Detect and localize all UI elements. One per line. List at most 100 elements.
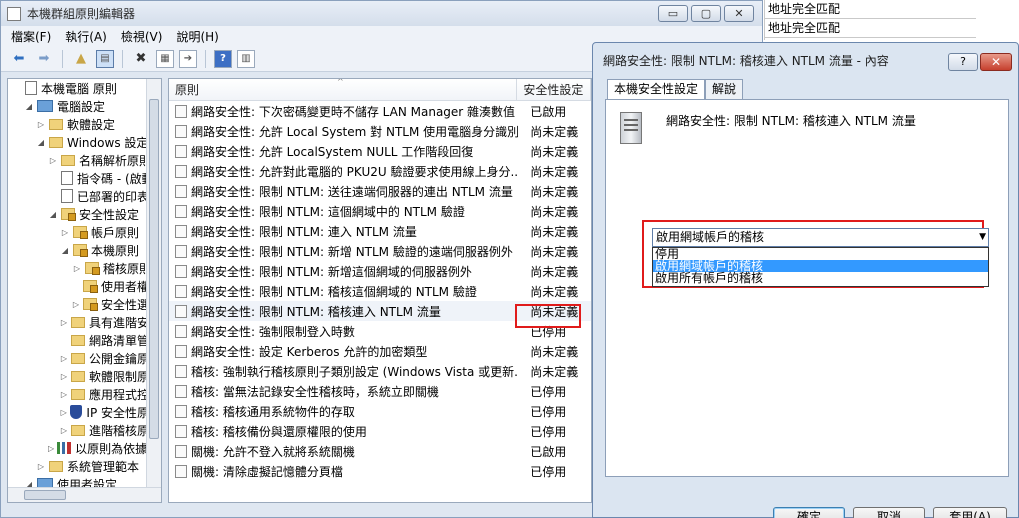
collapse-icon[interactable]: ◢ bbox=[24, 102, 34, 111]
tree-item[interactable]: ▷ 軟體限制原則 bbox=[8, 367, 161, 385]
scroll-thumb[interactable] bbox=[149, 99, 159, 439]
table-row[interactable]: 網路安全性: 允許 Local System 對 NTLM 使用電腦身分識別 尚未… bbox=[169, 121, 591, 141]
back-arrow-icon[interactable]: ⬅ bbox=[9, 49, 29, 69]
tree-item[interactable]: ▷以原則為依據的 QoS bbox=[8, 439, 161, 457]
up-folder-icon[interactable]: ▲ bbox=[71, 49, 91, 69]
policy-icon bbox=[175, 344, 187, 358]
apply-button[interactable]: 套用(A) bbox=[933, 507, 1007, 518]
expand-icon[interactable]: ▷ bbox=[60, 228, 70, 237]
tree-item[interactable]: ▷ 名稱解析原則 bbox=[8, 151, 161, 169]
table-row[interactable]: 網路安全性: 限制 NTLM: 送往遠端伺服器的連出 NTLM 流量 尚未定義 bbox=[169, 181, 591, 201]
tree-item[interactable]: ▷ 帳戶原則 bbox=[8, 223, 161, 241]
tree-item[interactable]: ◢ 電腦設定 bbox=[8, 97, 161, 115]
column-header-setting[interactable]: 安全性設定 bbox=[517, 79, 591, 100]
main-titlebar[interactable]: 本機群組原則編輯器 ▭ ▢ ✕ bbox=[1, 1, 762, 26]
ok-button[interactable]: 確定 bbox=[773, 507, 845, 518]
export-icon[interactable]: ➔ bbox=[179, 49, 197, 68]
tree-item[interactable]: 已部署的印表機 bbox=[8, 187, 161, 205]
dialog-close-button[interactable]: ✕ bbox=[980, 53, 1012, 71]
table-row[interactable]: 網路安全性: 限制 NTLM: 這個網域中的 NTLM 驗證 尚未定義 bbox=[169, 201, 591, 221]
scroll-thumb[interactable] bbox=[24, 490, 66, 500]
option-audit-all-accounts[interactable]: 啟用所有帳戶的稽核 bbox=[653, 272, 988, 284]
policy-icon bbox=[175, 324, 187, 338]
table-row[interactable]: 稽核: 稽核通用系統物件的存取 已停用 bbox=[169, 401, 591, 421]
tree-item[interactable]: 使用者權限 bbox=[8, 277, 161, 295]
dialog-tabs: 本機安全性設定 解說 bbox=[607, 79, 744, 100]
column-header-policy[interactable]: 原則 ^ bbox=[169, 78, 518, 100]
tree-item[interactable]: ▷ 公開金鑰原則 bbox=[8, 349, 161, 367]
table-row[interactable]: 網路安全性: 限制 NTLM: 新增這個網域的伺服器例外 尚未定義 bbox=[169, 261, 591, 281]
view-icon[interactable]: ▥ bbox=[237, 49, 255, 68]
collapse-icon[interactable]: ◢ bbox=[36, 138, 46, 147]
forward-arrow-icon[interactable]: ➡ bbox=[34, 49, 54, 69]
tree-item[interactable]: ▷ 進階稽核原則 bbox=[8, 421, 161, 439]
table-row[interactable]: 網路安全性: 限制 NTLM: 連入 NTLM 流量 尚未定義 bbox=[169, 221, 591, 241]
table-row[interactable]: 稽核: 強制執行稽核原則子類別設定 (Windows Vista 或更新... 尚… bbox=[169, 361, 591, 381]
audit-setting-select[interactable]: 啟用網域帳戶的稽核 ▼ bbox=[652, 228, 989, 247]
tree-item[interactable]: ▷ IP 安全性原則 bbox=[8, 403, 161, 421]
expand-icon[interactable]: ▷ bbox=[48, 156, 58, 165]
expand-icon[interactable]: ▷ bbox=[60, 372, 68, 381]
expand-icon[interactable]: ▷ bbox=[60, 354, 68, 363]
table-row[interactable]: 關機: 清除虛擬記憶體分頁檔 已停用 bbox=[169, 461, 591, 481]
security-setting-cell: 尚未定義 bbox=[530, 264, 579, 279]
tree-item[interactable]: ◢ 本機原則 bbox=[8, 241, 161, 259]
tree-item[interactable]: ◢ 安全性設定 bbox=[8, 205, 161, 223]
table-row[interactable]: 網路安全性: 允許對此電腦的 PKU2U 驗證要求使用線上身分... 尚未定義 bbox=[169, 161, 591, 181]
table-row[interactable]: 網路安全性: 設定 Kerberos 允許的加密類型 尚未定義 bbox=[169, 341, 591, 361]
policy-name-cell: 網路安全性: 限制 NTLM: 稽核這個網域的 NTLM 驗證 bbox=[191, 284, 477, 299]
expand-icon[interactable]: ▷ bbox=[48, 444, 54, 453]
tree-item[interactable]: ▷ 稽核原則 bbox=[8, 259, 161, 277]
sort-arrow-icon: ^ bbox=[337, 78, 344, 86]
table-row[interactable]: 網路安全性: 下次密碼變更時不儲存 LAN Manager 雜湊數值 已啟用 bbox=[169, 101, 591, 121]
security-setting-cell: 已啟用 bbox=[530, 444, 567, 459]
help-icon[interactable]: ? bbox=[214, 49, 232, 68]
expand-icon[interactable]: ▷ bbox=[60, 426, 68, 435]
console-tree[interactable]: 本機電腦 原則 ◢ 電腦設定 ▷ 軟體設定 ◢ Windows 設定 ▷ 名稱解析原則 指令碼 -… bbox=[7, 78, 162, 503]
expand-icon[interactable]: ▷ bbox=[72, 300, 80, 309]
collapse-icon[interactable]: ◢ bbox=[60, 246, 70, 255]
tab-local-security-setting[interactable]: 本機安全性設定 bbox=[607, 79, 706, 100]
table-row[interactable]: 網路安全性: 限制 NTLM: 稽核這個網域的 NTLM 驗證 尚未定義 bbox=[169, 281, 591, 301]
close-button[interactable]: ✕ bbox=[724, 5, 754, 22]
chevron-down-icon[interactable]: ▼ bbox=[979, 229, 986, 246]
tree-vertical-scrollbar[interactable] bbox=[146, 79, 161, 502]
menu-file[interactable]: 檔案(F) bbox=[11, 28, 51, 45]
properties-icon[interactable]: ▦ bbox=[156, 49, 174, 68]
minimize-button[interactable]: ▭ bbox=[658, 5, 688, 22]
table-row[interactable]: 關機: 允許不登入就將系統關機 已啟用 bbox=[169, 441, 591, 461]
expand-icon[interactable]: ▷ bbox=[36, 120, 46, 129]
table-row[interactable]: 網路安全性: 允許 LocalSystem NULL 工作階段回復 尚未定義 bbox=[169, 141, 591, 161]
cancel-button[interactable]: 取消 bbox=[853, 507, 925, 518]
tree-horizontal-scrollbar[interactable] bbox=[8, 487, 161, 502]
tree-item[interactable]: 指令碼 - (啟動 bbox=[8, 169, 161, 187]
tab-explain[interactable]: 解說 bbox=[705, 79, 744, 99]
restore-button[interactable]: ▢ bbox=[691, 5, 721, 22]
tree-item[interactable]: ▷ 軟體設定 bbox=[8, 115, 161, 133]
policy-list[interactable]: 原則 ^ 安全性設定 網路安全性: 下次密碼變更時不儲存 LAN Manager… bbox=[168, 78, 592, 503]
tree-item[interactable]: ◢ Windows 設定 bbox=[8, 133, 161, 151]
expand-icon[interactable]: ▷ bbox=[72, 264, 82, 273]
delete-icon[interactable]: ✖ bbox=[131, 49, 151, 69]
tree-item[interactable]: 網路清單管理 bbox=[8, 331, 161, 349]
dialog-help-button[interactable]: ? bbox=[948, 53, 978, 71]
select-value: 啟用網域帳戶的稽核 bbox=[656, 230, 765, 244]
menu-view[interactable]: 檢視(V) bbox=[121, 28, 163, 45]
expand-icon[interactable]: ▷ bbox=[60, 390, 68, 399]
table-row[interactable]: 稽核: 稽核備份與還原權限的使用 已停用 bbox=[169, 421, 591, 441]
table-row[interactable]: 網路安全性: 限制 NTLM: 新增 NTLM 驗證的遠端伺服器例外 尚未定義 bbox=[169, 241, 591, 261]
tree-item[interactable]: 本機電腦 原則 bbox=[8, 79, 161, 97]
menu-help[interactable]: 說明(H) bbox=[176, 28, 218, 45]
menu-action[interactable]: 執行(A) bbox=[65, 28, 107, 45]
tree-pane-icon[interactable]: ▤ bbox=[96, 49, 114, 68]
expand-icon[interactable]: ▷ bbox=[36, 462, 46, 471]
tree-item[interactable]: ▷ 應用程式控制 bbox=[8, 385, 161, 403]
tree-item[interactable]: ▷ 具有進階安全 bbox=[8, 313, 161, 331]
tree-item[interactable]: ▷ 系統管理範本 bbox=[8, 457, 161, 475]
expand-icon[interactable]: ▷ bbox=[60, 318, 68, 327]
policy-name-cell: 網路安全性: 限制 NTLM: 這個網域中的 NTLM 驗證 bbox=[191, 204, 465, 219]
expand-icon[interactable]: ▷ bbox=[60, 408, 67, 417]
tree-item[interactable]: ▷ 安全性選項 bbox=[8, 295, 161, 313]
table-row[interactable]: 稽核: 當無法記錄安全性稽核時，系統立即關機 已停用 bbox=[169, 381, 591, 401]
collapse-icon[interactable]: ◢ bbox=[48, 210, 58, 219]
